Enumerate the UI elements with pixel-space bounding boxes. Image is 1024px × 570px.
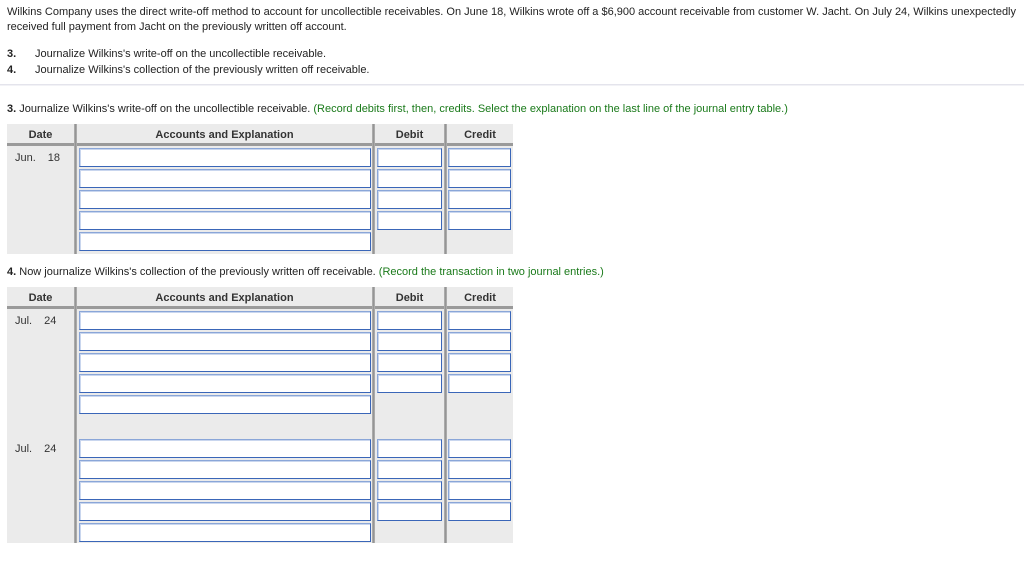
question-number: 4. [7, 266, 17, 278]
date-month: Jul. [15, 443, 33, 455]
credit-input[interactable] [448, 481, 511, 500]
question-hint: (Record the transaction in two journal e… [378, 266, 604, 278]
account-input[interactable] [79, 169, 371, 188]
account-input[interactable] [79, 211, 371, 230]
account-input[interactable] [79, 311, 371, 330]
account-input[interactable] [79, 481, 371, 500]
debit-input[interactable] [377, 353, 442, 372]
journal-table-write-off: Date Accounts and Explanation Debit Cred… [7, 124, 513, 254]
problem-statement: Wilkins Company uses the direct write-of… [7, 6, 1017, 33]
column-divider [444, 124, 447, 254]
header-debit: Debit [395, 292, 424, 304]
requirement-number: 4. [7, 64, 17, 76]
credit-input[interactable] [448, 439, 511, 458]
section-divider [0, 84, 1024, 86]
header-debit: Debit [395, 129, 424, 141]
debit-input[interactable] [377, 481, 442, 500]
account-input[interactable] [79, 148, 371, 167]
column-divider [372, 124, 375, 254]
debit-input[interactable] [377, 148, 442, 167]
credit-input[interactable] [448, 460, 511, 479]
header-accounts: Accounts and Explanation [155, 292, 294, 304]
credit-input[interactable] [448, 502, 511, 521]
question-hint: (Record debits first, then, credits. Sel… [313, 103, 788, 115]
question-4-title: 4. Now journalize Wilkins's collection o… [7, 265, 604, 279]
date-day: 24 [44, 443, 57, 455]
column-divider [74, 124, 77, 254]
account-input[interactable] [79, 353, 371, 372]
requirement-number: 3. [7, 48, 17, 60]
question-text: Journalize Wilkins's write-off on the un… [16, 103, 314, 115]
requirement-item: 3. Journalize Wilkins's write-off on the… [7, 46, 370, 62]
debit-input[interactable] [377, 374, 442, 393]
debit-input[interactable] [377, 190, 442, 209]
debit-input[interactable] [377, 311, 442, 330]
debit-input[interactable] [377, 460, 442, 479]
credit-input[interactable] [448, 211, 511, 230]
credit-input[interactable] [448, 148, 511, 167]
credit-input[interactable] [448, 311, 511, 330]
date-month: Jun. [15, 152, 36, 164]
question-number: 3. [7, 103, 17, 115]
account-input[interactable] [79, 439, 371, 458]
journal-table-collection: Date Accounts and Explanation Debit Cred… [7, 287, 513, 543]
header-date: Date [28, 292, 53, 304]
debit-input[interactable] [377, 169, 442, 188]
credit-input[interactable] [448, 353, 511, 372]
explanation-input[interactable] [79, 232, 371, 251]
account-input[interactable] [79, 190, 371, 209]
header-credit: Credit [464, 292, 496, 304]
credit-input[interactable] [448, 374, 511, 393]
column-divider [372, 287, 375, 543]
requirements-list: 3. Journalize Wilkins's write-off on the… [7, 46, 370, 78]
debit-input[interactable] [377, 502, 442, 521]
table-header: Date Accounts and Explanation Debit Cred… [7, 124, 513, 146]
account-input[interactable] [79, 502, 371, 521]
column-divider [444, 287, 447, 543]
requirement-item: 4. Journalize Wilkins's collection of th… [7, 62, 370, 78]
credit-input[interactable] [448, 169, 511, 188]
question-3-title: 3. Journalize Wilkins's write-off on the… [7, 102, 788, 116]
date-day: 18 [47, 152, 61, 164]
explanation-input[interactable] [79, 523, 371, 542]
credit-input[interactable] [448, 190, 511, 209]
requirement-text: Journalize Wilkins's write-off on the un… [35, 48, 327, 60]
account-input[interactable] [79, 332, 371, 351]
entry-date: Jul. 24 [7, 443, 74, 455]
date-month: Jul. [15, 315, 33, 327]
table-header: Date Accounts and Explanation Debit Cred… [7, 287, 513, 309]
account-input[interactable] [79, 460, 371, 479]
column-divider [74, 287, 77, 543]
header-date: Date [28, 129, 53, 141]
header-accounts: Accounts and Explanation [155, 129, 294, 141]
requirement-text: Journalize Wilkins's collection of the p… [35, 64, 370, 76]
account-input[interactable] [79, 374, 371, 393]
credit-input[interactable] [448, 332, 511, 351]
debit-input[interactable] [377, 211, 442, 230]
question-text: Now journalize Wilkins's collection of t… [16, 266, 379, 278]
header-credit: Credit [464, 129, 496, 141]
debit-input[interactable] [377, 439, 442, 458]
entry-date: Jul. 24 [7, 315, 74, 327]
date-day: 24 [44, 315, 57, 327]
explanation-input[interactable] [79, 395, 371, 414]
entry-date: Jun. 18 [7, 152, 74, 164]
debit-input[interactable] [377, 332, 442, 351]
